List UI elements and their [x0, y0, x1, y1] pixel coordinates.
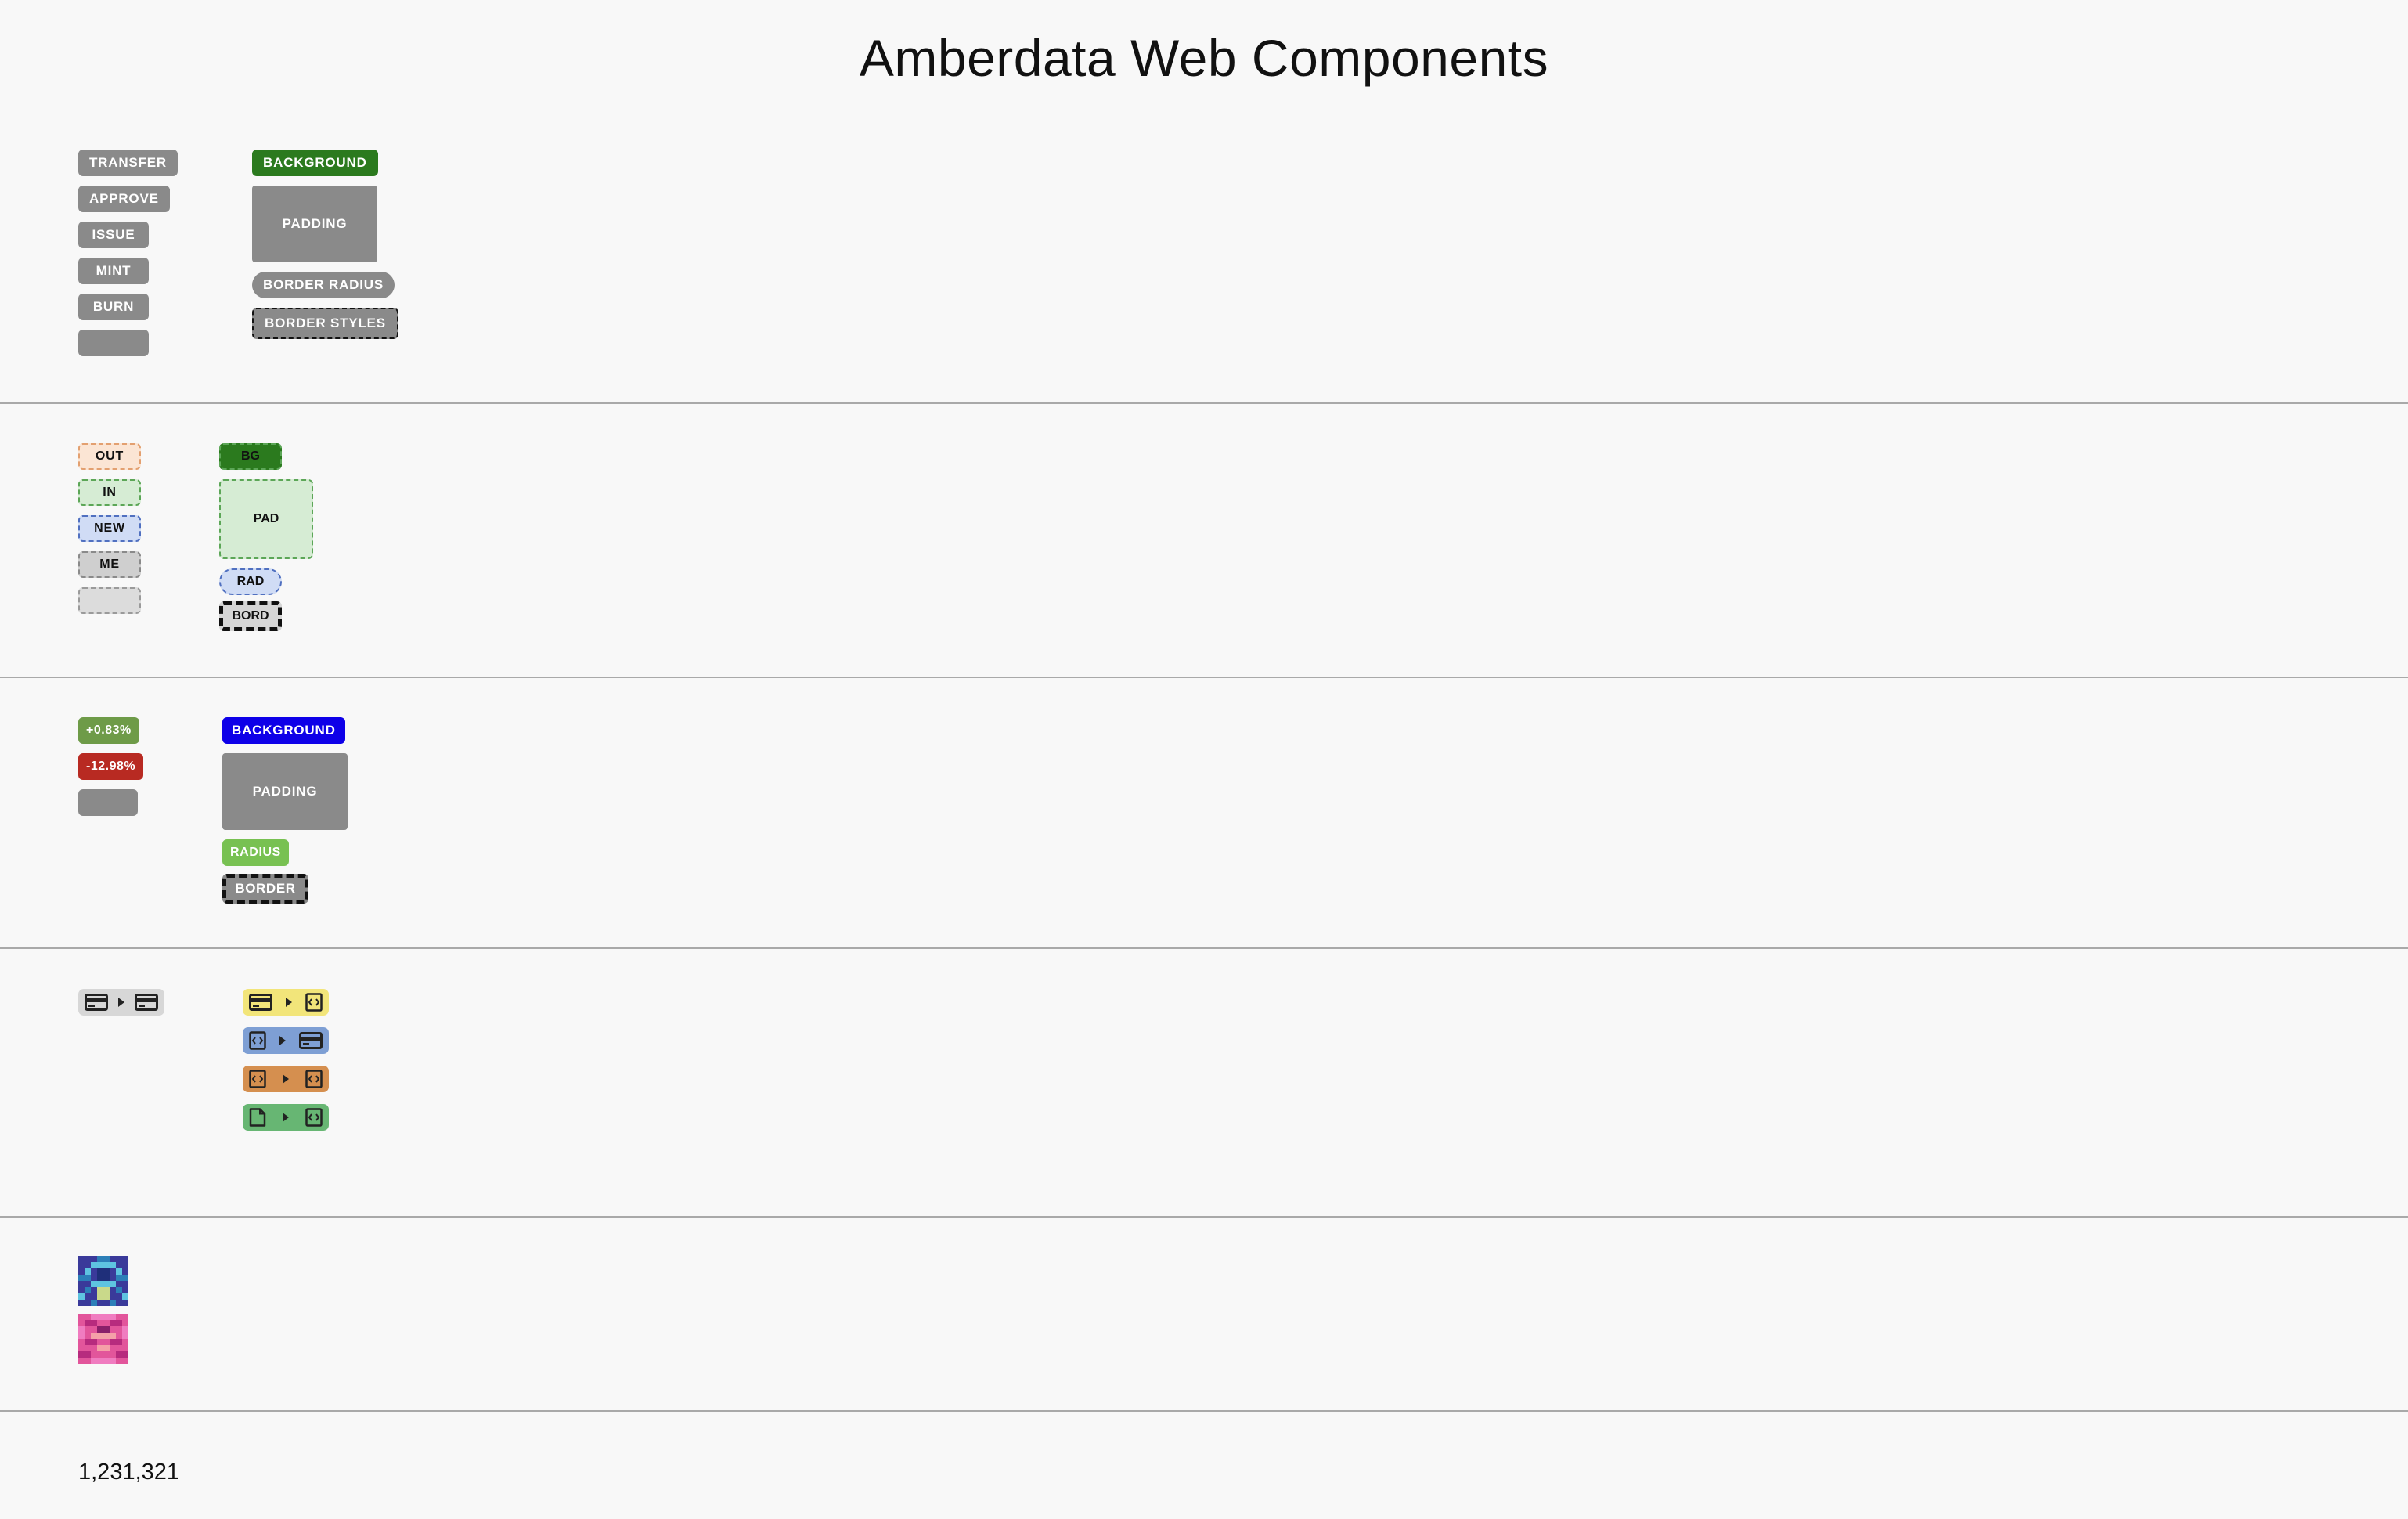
empty-change-badge: [78, 789, 138, 816]
empty-direction-badge: [78, 587, 141, 614]
change-style-demo: BACKGROUND PADDING RADIUS BORDER: [222, 717, 348, 904]
pad-style-badge: PAD: [219, 479, 313, 559]
contract-icon: [305, 1108, 323, 1127]
section-divider: [0, 1216, 2408, 1218]
positive-change-badge: +0.83%: [78, 717, 139, 744]
bord-style-badge: BORD: [219, 601, 282, 631]
wallet-to-wallet-badge: [78, 989, 164, 1016]
wallet-icon: [249, 994, 272, 1011]
burn-badge: BURN: [78, 294, 149, 320]
section-divider: [0, 947, 2408, 949]
contract-to-wallet-badge: [243, 1027, 329, 1054]
wallet-to-contract-badge: [243, 989, 329, 1016]
background-style-badge: BACKGROUND: [222, 717, 345, 744]
negative-change-badge: -12.98%: [78, 753, 144, 780]
flow-plain-list: [78, 989, 164, 1016]
wallet-icon: [85, 994, 108, 1011]
new-badge: NEW: [78, 515, 141, 542]
issue-badge: ISSUE: [78, 222, 149, 248]
play-arrow-icon: [279, 1036, 286, 1045]
me-badge: ME: [78, 551, 141, 578]
transaction-style-demo: BACKGROUND PADDING BORDER RADIUS BORDER …: [252, 150, 398, 339]
radius-style-badge: RADIUS: [222, 839, 289, 866]
transaction-type-list: TRANSFER APPROVE ISSUE MINT BURN: [78, 150, 178, 356]
border-style-badge: BORDER: [222, 874, 308, 904]
out-badge: OUT: [78, 443, 141, 470]
approve-badge: APPROVE: [78, 186, 170, 212]
blue-blockie-avatar: [78, 1256, 128, 1306]
direction-style-demo: BG PAD RAD BORD: [219, 443, 313, 631]
section-divider: [0, 677, 2408, 678]
document-to-contract-badge: [243, 1104, 329, 1131]
in-badge: IN: [78, 479, 141, 506]
section-divider: [0, 1410, 2408, 1412]
mint-badge: MINT: [78, 258, 149, 284]
border-styles-badge: BORDER STYLES: [252, 308, 398, 339]
play-arrow-icon: [118, 998, 124, 1007]
padding-style-badge: PADDING: [222, 753, 348, 830]
background-style-badge: BACKGROUND: [252, 150, 378, 176]
padding-style-badge: PADDING: [252, 186, 377, 262]
pink-blockie-avatar: [78, 1314, 128, 1364]
formatted-number: 1,231,321: [78, 1459, 180, 1485]
border-radius-style-badge: BORDER RADIUS: [252, 272, 395, 298]
rad-style-badge: RAD: [219, 568, 282, 595]
contract-icon: [305, 1070, 323, 1088]
contract-icon: [305, 993, 323, 1012]
play-arrow-icon: [283, 1113, 289, 1122]
direction-list: OUT IN NEW ME: [78, 443, 141, 614]
contract-icon: [249, 1070, 266, 1088]
flow-colored-list: [243, 989, 329, 1131]
play-arrow-icon: [286, 998, 292, 1007]
wallet-icon: [299, 1032, 323, 1049]
empty-badge: [78, 330, 149, 356]
transfer-badge: TRANSFER: [78, 150, 178, 176]
page-title: Amberdata Web Components: [859, 29, 1549, 87]
section-divider: [0, 402, 2408, 404]
contract-to-contract-badge: [243, 1066, 329, 1092]
wallet-icon: [135, 994, 158, 1011]
contract-icon: [249, 1031, 266, 1050]
change-list: +0.83% -12.98%: [78, 717, 144, 816]
play-arrow-icon: [283, 1074, 289, 1084]
avatar-list: [78, 1256, 128, 1364]
bg-style-badge: BG: [219, 443, 282, 470]
document-icon: [249, 1108, 266, 1127]
